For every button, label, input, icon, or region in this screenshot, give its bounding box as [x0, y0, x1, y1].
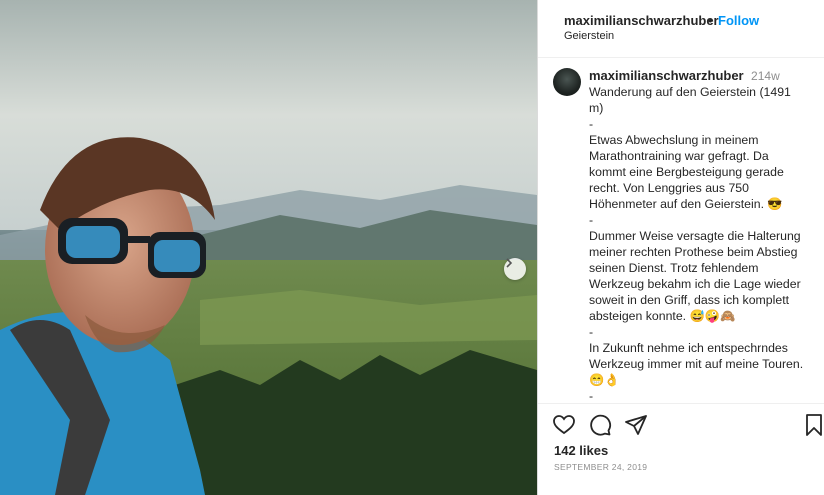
post-date[interactable]: SEPTEMBER 24, 2019 — [554, 462, 647, 472]
caption-section: maximilianschwarzhuber 214w Wanderung au… — [538, 58, 824, 403]
header-separator: • — [708, 13, 713, 28]
action-bar — [538, 403, 824, 440]
chevron-right-icon — [506, 258, 513, 268]
caption-line: - — [589, 213, 594, 227]
caption-line: In Zukunft nehme ich entspechrndes Werkz… — [589, 341, 804, 387]
bookmark-icon — [806, 414, 822, 436]
caption-line: Etwas Abwechslung in meinem Marathontrai… — [589, 133, 784, 211]
caption-line: - — [589, 389, 594, 403]
location-link[interactable]: Geierstein — [564, 30, 614, 42]
share-icon — [625, 415, 647, 435]
likes-count[interactable]: 142 likes — [554, 443, 608, 458]
header-username[interactable]: maximilianschwarzhuber — [564, 13, 719, 28]
caption-line: - — [589, 325, 594, 339]
comment-button[interactable] — [588, 413, 612, 437]
caption-text: maximilianschwarzhuber 214w Wanderung au… — [589, 68, 807, 403]
caption-username[interactable]: maximilianschwarzhuber — [589, 68, 744, 83]
next-photo-button[interactable] — [504, 258, 526, 280]
caption-line: - — [589, 117, 594, 131]
caption-age[interactable]: 214w — [751, 69, 780, 83]
landscape-illustration — [0, 0, 537, 495]
avatar[interactable] — [553, 68, 581, 96]
comment-icon — [590, 414, 612, 436]
follow-button[interactable]: Follow — [718, 13, 759, 28]
post-side-panel: maximilianschwarzhuber • Follow Geierste… — [537, 0, 824, 495]
caption-line: Dummer Weise versagte die Halterung mein… — [589, 229, 801, 323]
post-photo[interactable] — [0, 0, 537, 495]
caption-line: Wanderung auf den Geierstein (1491 m) — [589, 85, 791, 115]
share-button[interactable] — [624, 413, 648, 437]
like-button[interactable] — [552, 413, 576, 437]
heart-icon — [553, 415, 575, 435]
save-button[interactable] — [802, 413, 824, 437]
post-header: maximilianschwarzhuber • Follow Geierste… — [538, 0, 824, 58]
